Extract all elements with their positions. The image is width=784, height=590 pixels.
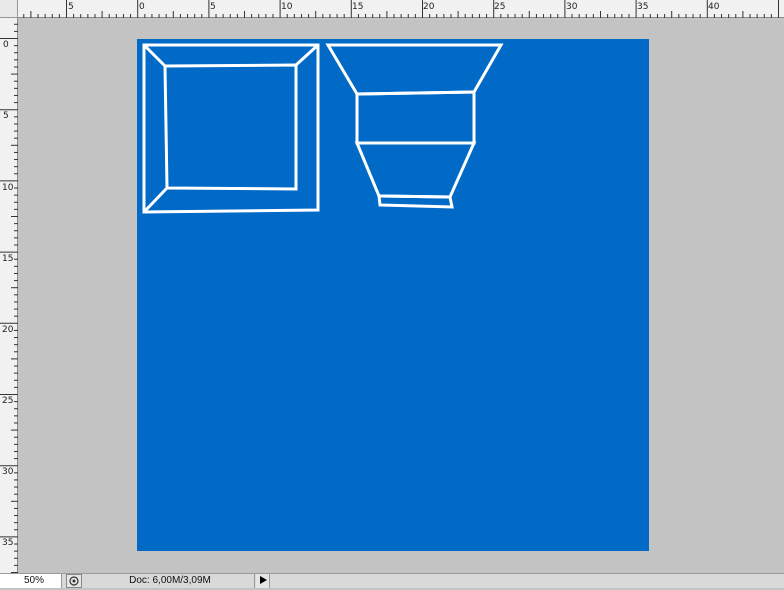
ruler-origin[interactable] bbox=[0, 0, 18, 18]
ruler-label: 20 bbox=[423, 2, 435, 12]
document-info-icon[interactable] bbox=[66, 574, 82, 588]
ruler-label: 10 bbox=[281, 2, 293, 12]
box-inner-square bbox=[163, 63, 298, 191]
ruler-label: 5 bbox=[3, 111, 9, 121]
ruler-label: 15 bbox=[352, 2, 363, 12]
zoom-level-field[interactable]: 50% bbox=[0, 574, 62, 588]
horizontal-ruler[interactable]: 5 0 5 10 15 20 25 30 35 40 bbox=[18, 0, 784, 18]
vertical-ruler-ticks: 0 5 10 15 20 25 30 35 bbox=[0, 23, 18, 573]
document-canvas[interactable] bbox=[137, 39, 649, 551]
ruler-label: 35 bbox=[2, 538, 13, 548]
ruler-label: 20 bbox=[2, 325, 14, 335]
ruler-label: 30 bbox=[566, 2, 578, 12]
cup-top-section bbox=[325, 43, 504, 96]
status-bar: 50% Doc: 6,00M/3,09M bbox=[0, 573, 784, 588]
box-edge-top-right bbox=[294, 43, 320, 67]
ruler-label: 40 bbox=[708, 2, 720, 12]
horizontal-ruler-ticks: 5 0 5 10 15 20 25 30 35 40 bbox=[23, 0, 779, 18]
box-edge-top-left bbox=[142, 43, 167, 68]
ruler-label: 35 bbox=[637, 2, 648, 12]
ruler-label: 10 bbox=[2, 183, 14, 193]
ruler-label: 25 bbox=[2, 396, 13, 406]
ruler-label: 5 bbox=[210, 2, 216, 12]
ruler-label: 0 bbox=[139, 2, 145, 12]
box-edge-bottom-left bbox=[142, 186, 169, 214]
ruler-label: 25 bbox=[494, 2, 505, 12]
cup-middle-band bbox=[355, 90, 476, 145]
document-size-info: Doc: 6,00M/3,09M bbox=[86, 574, 255, 588]
document-info-icon-glyph bbox=[69, 576, 79, 586]
triangle-right-icon[interactable] bbox=[256, 574, 270, 588]
cup-base bbox=[377, 194, 454, 209]
cup-lower-section bbox=[354, 141, 477, 199]
vertical-ruler[interactable]: 0 5 10 15 20 25 30 35 bbox=[0, 18, 18, 573]
canvas-artwork bbox=[142, 43, 504, 214]
ruler-label: 0 bbox=[3, 40, 9, 50]
ruler-label: 30 bbox=[2, 467, 14, 477]
ruler-label: 5 bbox=[68, 2, 74, 12]
ruler-label: 15 bbox=[2, 254, 13, 264]
